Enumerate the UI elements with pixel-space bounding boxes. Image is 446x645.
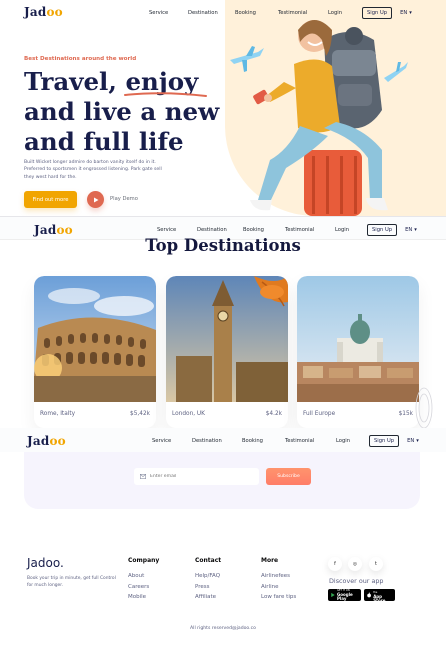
footer-link-press[interactable]: Press	[195, 584, 221, 590]
find-out-more-button[interactable]: Find out more	[24, 191, 77, 208]
play-demo-button[interactable]	[87, 191, 104, 208]
decorative-rings	[415, 387, 433, 429]
destination-card[interactable]: Full Europe $15k	[297, 276, 419, 428]
logo[interactable]: Jadoo	[24, 5, 63, 19]
london-big-ben-image	[166, 276, 288, 402]
footer-link-low-fare-tips[interactable]: Low fare tips	[261, 594, 296, 600]
instagram-icon[interactable]: ◎	[348, 557, 362, 571]
play-demo-label: Play Demo	[110, 196, 138, 202]
hero-traveller-image	[230, 20, 408, 216]
underline-decoration	[124, 92, 208, 97]
nav-link-testimonial[interactable]: Testimonial	[285, 438, 336, 444]
plane-icon	[384, 62, 408, 82]
language-label: EN	[405, 227, 413, 233]
app-store-text: App Store	[373, 594, 386, 603]
section-title: Top Destinations	[145, 236, 301, 255]
nav-link-login[interactable]: Login	[336, 438, 369, 444]
logo[interactable]: Jadoo	[27, 434, 66, 448]
email-input[interactable]	[150, 474, 250, 479]
destination-name: London, UK	[172, 411, 205, 417]
facebook-icon[interactable]: f	[328, 557, 342, 571]
mail-icon	[140, 474, 146, 479]
footer-link-about[interactable]: About	[128, 573, 159, 579]
footer-column-contact: Contact Help/FAQ Press Affiliate	[195, 557, 221, 605]
signup-button[interactable]: Sign Up	[369, 435, 400, 447]
subscribe-button[interactable]: Subscribe	[266, 468, 311, 485]
nav-link-destination[interactable]: Destination	[192, 438, 242, 444]
destination-name: Rome, Italty	[40, 411, 76, 417]
app-store-button[interactable]: Available on the App Store	[364, 587, 395, 603]
footer-heading: More	[261, 557, 279, 564]
chevron-down-icon: ▾	[416, 438, 419, 444]
footer-link-careers[interactable]: Careers	[128, 584, 159, 590]
footer-heading: Company	[128, 557, 160, 564]
hero-title-highlight: enjoy	[124, 67, 208, 97]
plane-icon	[230, 46, 264, 72]
navbar-sticky: Jadoo Service Destination Booking Testim…	[0, 428, 446, 452]
nav-links: Service Destination Booking Testimonial …	[157, 224, 417, 236]
chevron-down-icon: ▾	[414, 227, 417, 233]
signup-button[interactable]: Sign Up	[367, 224, 398, 236]
nav-link-login[interactable]: Login	[335, 227, 367, 233]
google-play-icon	[331, 592, 335, 598]
google-play-text: Google Play	[336, 592, 353, 601]
hero-description: Built Wicket longer admire do barton van…	[24, 160, 162, 180]
destination-name: Full Europe	[303, 411, 336, 417]
language-label: EN	[407, 438, 415, 444]
nav-links: Service Destination Booking Testimonial …	[152, 435, 419, 447]
copyright: All rights reserved@jadoo.co	[190, 626, 256, 631]
hero-title-word: Travel,	[24, 67, 117, 96]
destination-price: $15k	[398, 411, 413, 417]
google-play-button[interactable]: GET IT ON Google Play	[328, 589, 361, 601]
footer-heading: Contact	[195, 557, 222, 564]
nav-link-service[interactable]: Service	[152, 438, 192, 444]
language-selector[interactable]: EN ▾	[407, 438, 419, 444]
destination-price: $5,42k	[130, 411, 150, 417]
twitter-icon[interactable]: t	[369, 557, 383, 571]
footer-logo[interactable]: Jadoo.	[27, 556, 64, 570]
footer-column-company: Company About Careers Mobile	[128, 557, 159, 605]
hero-title-line: and live a new	[24, 97, 220, 126]
nav-link-booking[interactable]: Booking	[243, 227, 285, 233]
nav-link-service[interactable]: Service	[149, 10, 192, 16]
hero-title: Travel, enjoy and live a new and full li…	[24, 67, 244, 157]
nav-link-booking[interactable]: Booking	[242, 438, 285, 444]
language-selector[interactable]: EN ▾	[405, 227, 417, 233]
hero-title-line: and full life	[24, 127, 184, 156]
footer-link-help[interactable]: Help/FAQ	[195, 573, 221, 579]
nav-link-testimonial[interactable]: Testimonial	[285, 227, 335, 233]
destination-price: $4.2k	[265, 411, 282, 417]
destination-card[interactable]: Rome, Italty $5,42k	[34, 276, 156, 428]
nav-link-service[interactable]: Service	[157, 227, 197, 233]
footer-link-airlinefees[interactable]: Airlinefees	[261, 573, 296, 579]
logo[interactable]: Jadoo	[34, 223, 73, 237]
discover-app-label: Discover our app	[329, 577, 384, 585]
footer-column-more: More Airlinefees Airline Low fare tips	[261, 557, 296, 605]
footer-link-mobile[interactable]: Mobile	[128, 594, 159, 600]
nav-link-destination[interactable]: Destination	[197, 227, 243, 233]
play-icon	[93, 197, 98, 202]
hero-subtitle: Best Destinations around the world	[24, 56, 137, 62]
footer-link-airline[interactable]: Airline	[261, 584, 296, 590]
rome-colosseum-image	[34, 276, 156, 402]
europe-city-image	[297, 276, 419, 402]
destination-card[interactable]: London, UK $4.2k	[166, 276, 288, 428]
footer-link-affiliate[interactable]: Affiliate	[195, 594, 221, 600]
email-field[interactable]	[134, 468, 259, 485]
apple-icon	[367, 592, 371, 598]
footer-tagline: Book your trip in minute, get full Contr…	[27, 576, 116, 588]
